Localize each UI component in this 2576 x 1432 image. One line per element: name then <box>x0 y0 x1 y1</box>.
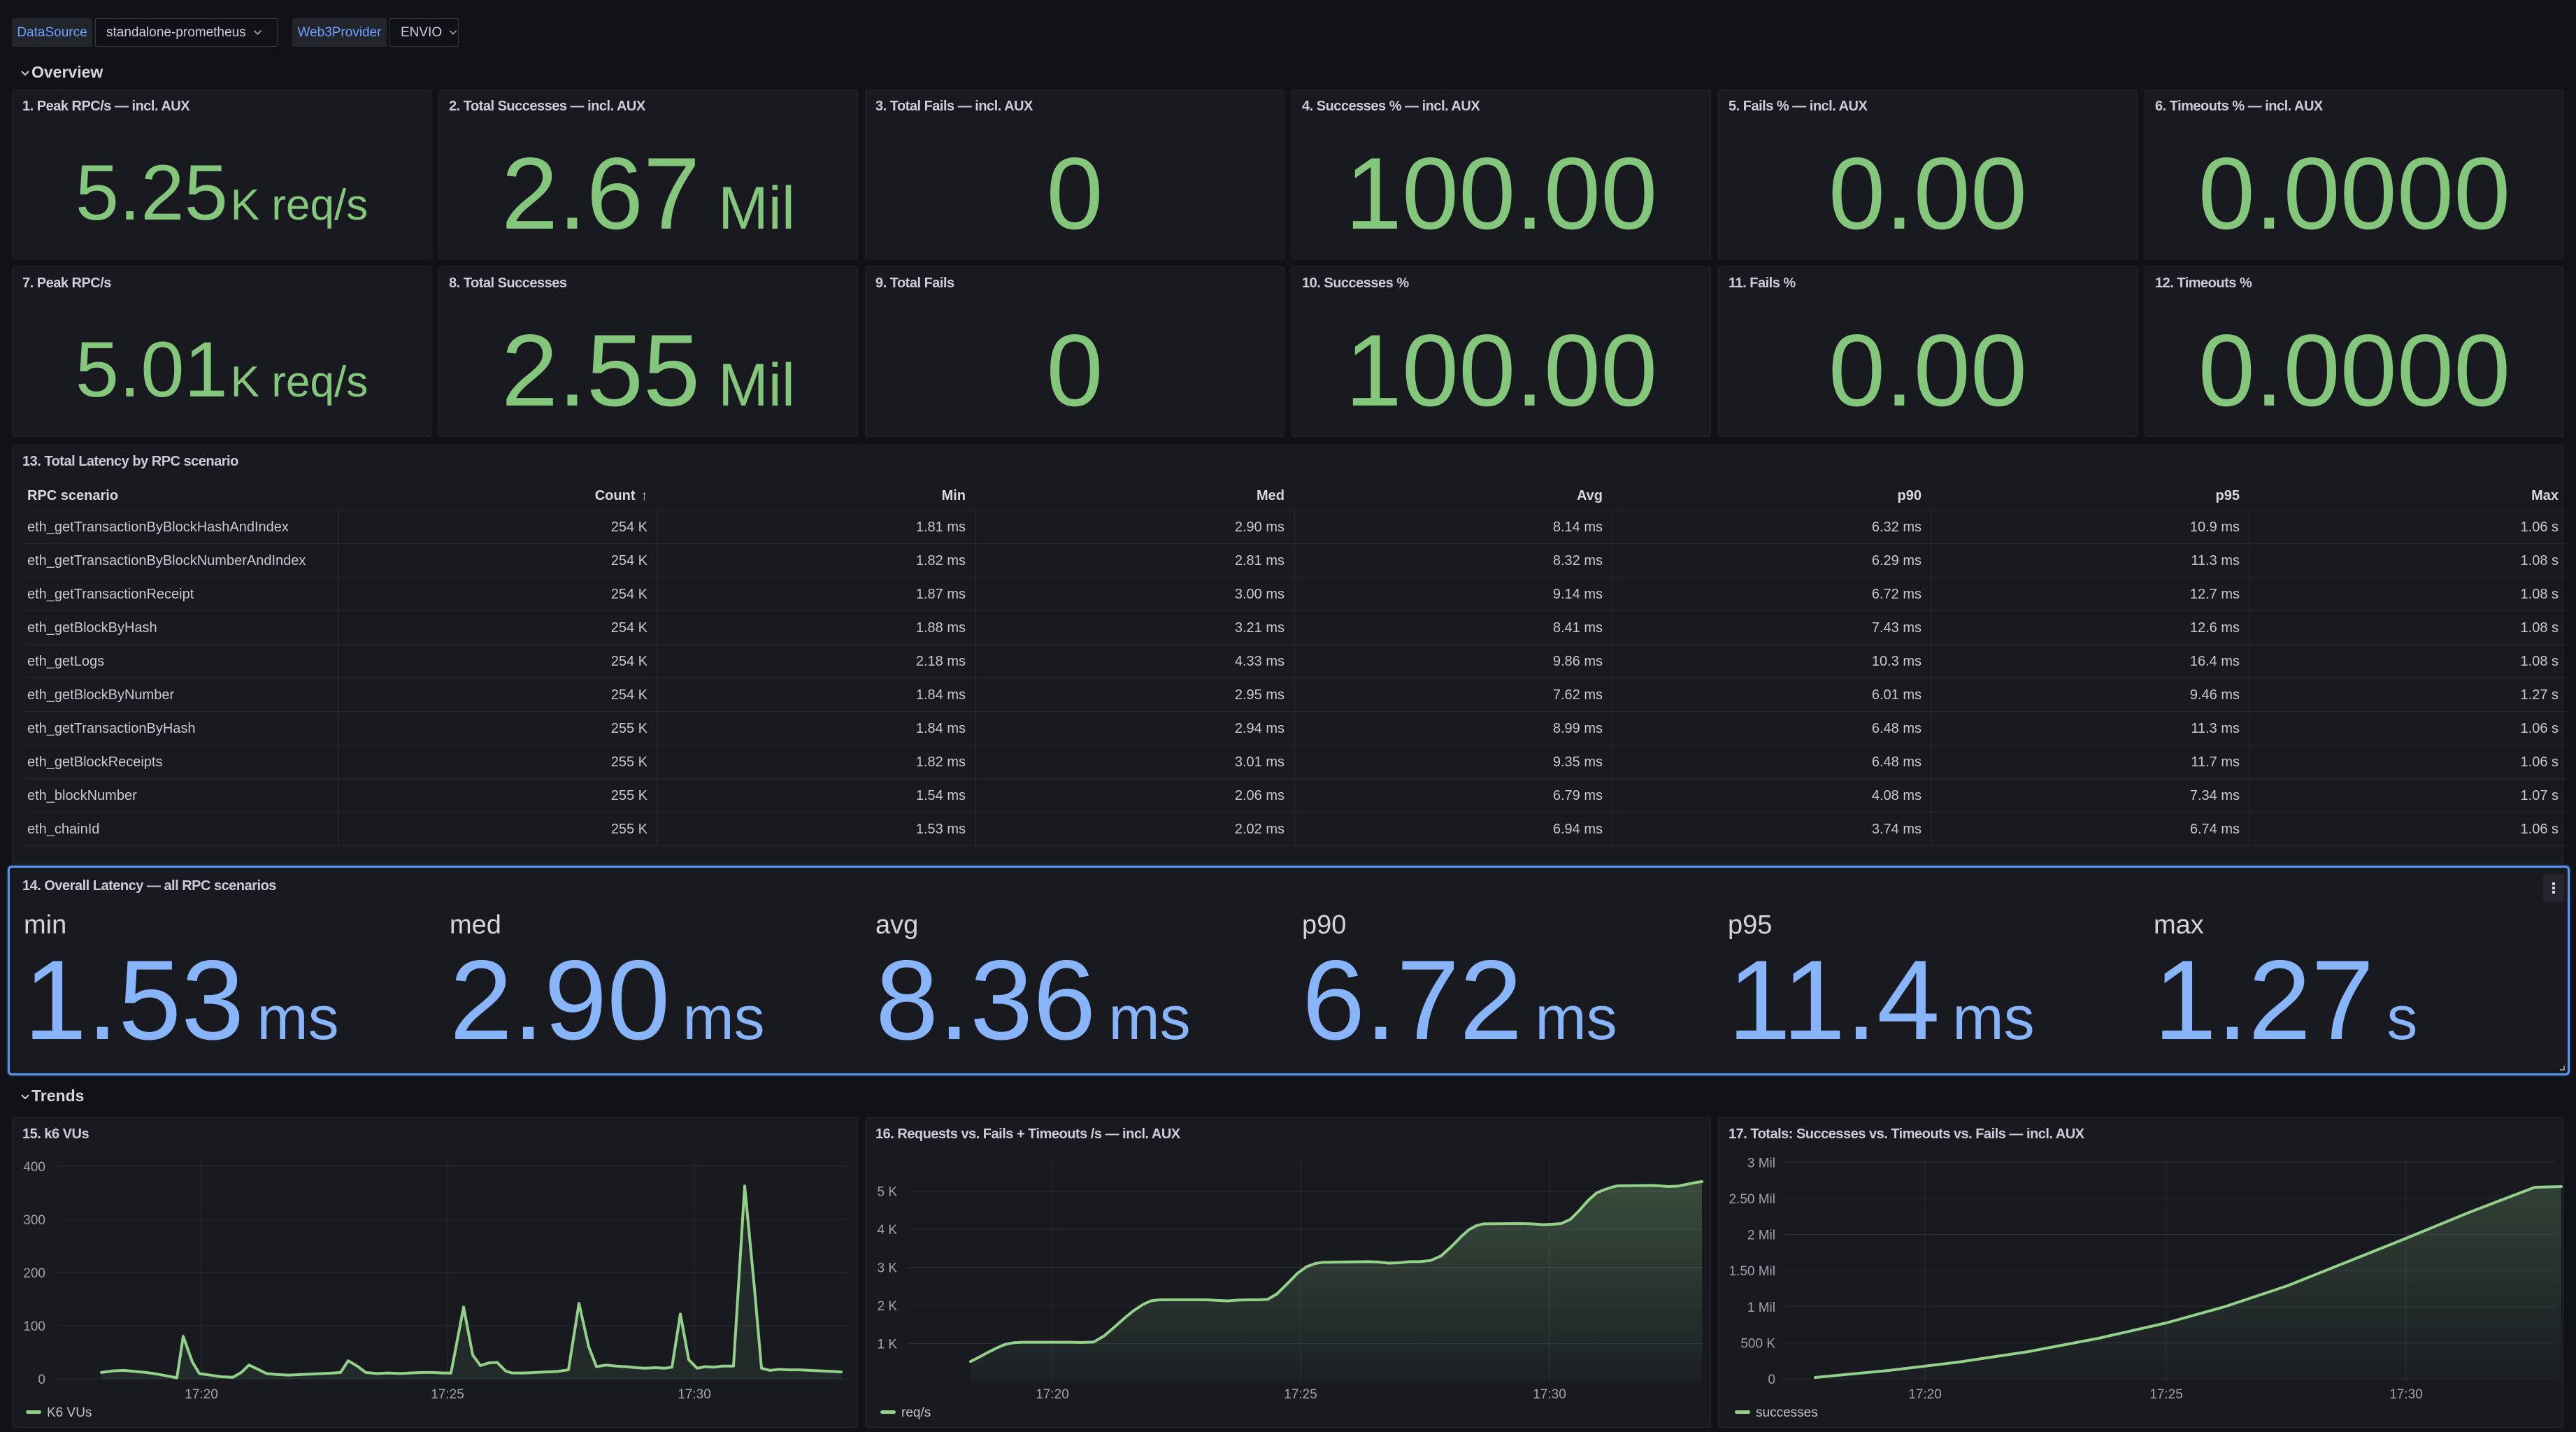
svg-text:3 Mil: 3 Mil <box>1747 1156 1775 1170</box>
svg-text:4 K: 4 K <box>877 1223 897 1238</box>
svg-text:1.50 Mil: 1.50 Mil <box>1729 1264 1775 1279</box>
svg-text:0: 0 <box>1768 1373 1775 1387</box>
svg-text:100: 100 <box>23 1319 45 1334</box>
svg-text:0: 0 <box>38 1373 45 1387</box>
svg-text:17:30: 17:30 <box>678 1387 711 1402</box>
svg-text:400: 400 <box>23 1160 45 1175</box>
svg-text:17:25: 17:25 <box>2149 1387 2183 1402</box>
svg-text:17:30: 17:30 <box>2389 1387 2423 1402</box>
svg-text:1 Mil: 1 Mil <box>1747 1301 1775 1315</box>
svg-text:K6 VUs: K6 VUs <box>47 1405 92 1420</box>
svg-text:17:25: 17:25 <box>1284 1387 1317 1402</box>
svg-text:successes: successes <box>1756 1405 1818 1420</box>
svg-text:1 K: 1 K <box>877 1338 897 1352</box>
svg-text:2 K: 2 K <box>877 1299 897 1314</box>
svg-text:17:20: 17:20 <box>1036 1387 1069 1402</box>
svg-text:500 K: 500 K <box>1740 1336 1775 1351</box>
svg-text:300: 300 <box>23 1213 45 1228</box>
svg-text:17:20: 17:20 <box>1908 1387 1942 1402</box>
svg-text:2 Mil: 2 Mil <box>1747 1229 1775 1243</box>
svg-text:5 K: 5 K <box>877 1185 897 1200</box>
svg-text:200: 200 <box>23 1266 45 1281</box>
svg-text:2.50 Mil: 2.50 Mil <box>1729 1192 1775 1207</box>
svg-text:17:20: 17:20 <box>185 1387 218 1402</box>
svg-text:17:30: 17:30 <box>1533 1387 1566 1402</box>
svg-text:17:25: 17:25 <box>431 1387 464 1402</box>
svg-text:3 K: 3 K <box>877 1261 897 1276</box>
svg-text:req/s: req/s <box>901 1405 931 1420</box>
